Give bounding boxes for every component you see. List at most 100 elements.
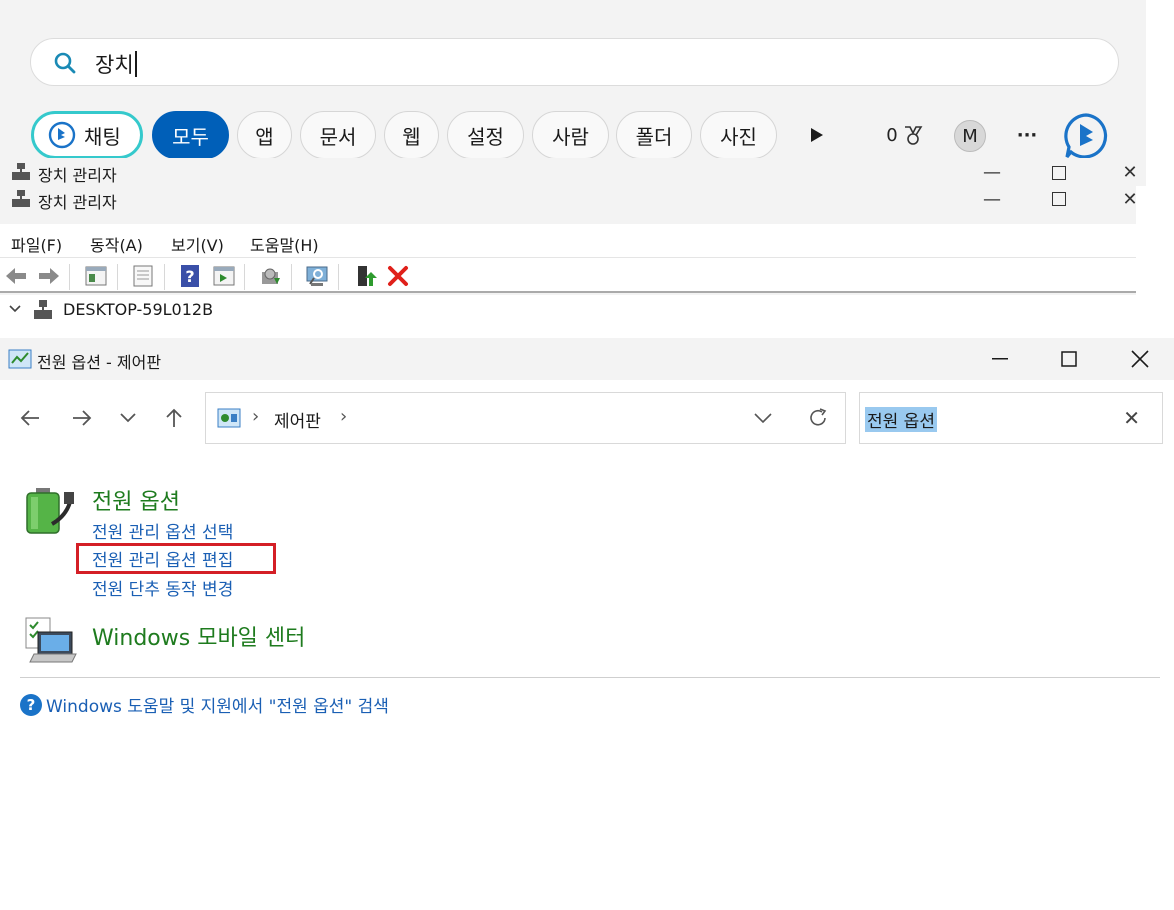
search-query: 장치 [95,49,137,79]
device-manager-icon [12,163,30,180]
address-bar[interactable]: › 제어판 › [205,392,846,444]
refresh-icon[interactable] [807,407,829,429]
chevron-down-icon[interactable] [9,304,21,314]
tab-documents-label: 문서 [319,124,357,149]
bing-chat-icon [48,121,76,149]
search-value-selected: 전원 옵션 [865,407,937,432]
window-title: 전원 옵션 - 제어판 [37,353,162,372]
menu-help[interactable]: 도움말(H) [250,232,319,256]
show-hide-console-tree-icon[interactable] [84,264,108,288]
minimize-icon[interactable]: — [982,162,1002,183]
maximize-icon[interactable] [1052,166,1066,180]
tab-chat-label: 채팅 [84,124,121,149]
medal-icon [904,126,923,145]
computer-icon [34,300,52,319]
link-choose-power-plan[interactable]: 전원 관리 옵션 선택 [92,518,233,543]
toolbar-separator [164,264,165,290]
back-arrow-icon [20,410,39,426]
tab-all-label: 모두 [172,124,209,149]
svg-text:?: ? [185,267,194,286]
device-manager-title: 장치 관리자 [38,193,117,212]
link-change-power-button[interactable]: 전원 단추 동작 변경 [92,575,233,600]
address-dropdown-icon[interactable] [754,413,772,424]
bing-button[interactable] [1062,112,1110,160]
windows-search-panel: 장치 채팅 모두 앱 문서 웹 설정 사람 폴더 사진 0 M ··· [0,0,1146,160]
search-input[interactable]: 장치 [30,38,1119,86]
device-manager-icon [12,190,30,207]
tab-folders[interactable]: 폴더 [616,111,692,159]
toolbar-separator [291,264,292,290]
close-icon[interactable]: ✕ [1120,162,1140,183]
chevron-down-icon [120,413,136,423]
up-arrow-icon [166,408,182,427]
divider [20,677,1160,678]
minimize-button[interactable] [988,348,1012,370]
tree-root-computer[interactable]: DESKTOP-59L012B [63,300,213,319]
update-driver-icon[interactable] [258,264,282,288]
toolbar: ? [0,257,1136,293]
help-book-icon[interactable]: ? [178,264,202,288]
scan-hardware-icon[interactable] [305,264,329,288]
mobility-center-laptop-icon [25,617,77,663]
tab-photos-label: 사진 [720,124,757,149]
close-button[interactable]: ✕ [1120,189,1136,210]
bing-icon [1064,113,1108,159]
rewards-points[interactable]: 0 [880,120,930,150]
avatar-initial: M [962,125,978,147]
forward-arrow-icon[interactable] [37,264,61,288]
toolbar-separator [338,264,339,290]
tab-web-label: 웹 [402,124,421,149]
close-button[interactable] [1128,348,1152,370]
device-manager-title-ghost: 장치 관리자 [38,166,117,185]
tab-all[interactable]: 모두 [152,111,229,159]
category-power-options[interactable]: 전원 옵션 [92,484,180,516]
power-options-battery-icon [26,488,74,534]
more-tabs-play-icon[interactable] [805,120,829,150]
control-panel-window: 전원 옵션 - 제어판 › 제어판 › 전원 옵션 ✕ 전원 옵션 전원 관리 … [0,338,1174,910]
maximize-button[interactable] [1052,192,1066,206]
toolbar-separator [117,264,118,290]
help-question-icon: ? [20,693,42,716]
more-icon: ··· [1016,124,1038,146]
tab-chat[interactable]: 채팅 [31,111,143,159]
device-tree: DESKTOP-59L012B [0,295,1136,338]
clear-search-icon[interactable]: ✕ [1123,406,1140,430]
more-options-button[interactable]: ··· [1012,120,1042,150]
tab-apps-label: 앱 [255,124,274,149]
menu-view[interactable]: 보기(V) [171,232,224,256]
uninstall-device-icon[interactable] [386,264,410,288]
action-pane-icon[interactable] [212,264,236,288]
tab-apps[interactable]: 앱 [237,111,292,159]
avatar[interactable]: M [954,120,986,152]
control-panel-search-input[interactable]: 전원 옵션 ✕ [859,392,1163,444]
properties-icon[interactable] [131,264,155,288]
tab-settings[interactable]: 설정 [447,111,524,159]
control-panel-icon [217,408,241,428]
recent-locations-button[interactable] [116,406,140,430]
breadcrumb-separator[interactable]: › [340,406,347,427]
tab-people[interactable]: 사람 [532,111,609,159]
highlight-annotation-box [76,543,276,574]
tab-photos[interactable]: 사진 [700,111,777,159]
enable-device-icon[interactable] [353,264,377,288]
up-button[interactable] [162,406,186,430]
maximize-button[interactable] [1057,348,1081,370]
tab-documents[interactable]: 문서 [300,111,376,159]
help-search-link[interactable]: ? Windows 도움말 및 지원에서 "전원 옵션" 검색 [20,692,389,717]
forward-button[interactable] [70,406,94,430]
back-button[interactable] [18,406,42,430]
menu-action[interactable]: 동작(A) [90,232,143,256]
toolbar-separator [69,264,70,290]
help-search-link-label: Windows 도움말 및 지원에서 "전원 옵션" 검색 [46,697,389,717]
minimize-button[interactable]: — [982,189,1002,210]
menu-file[interactable]: 파일(F) [11,232,62,256]
tab-web[interactable]: 웹 [384,111,439,159]
power-options-small-icon [8,349,32,369]
toolbar-separator [244,264,245,290]
text-caret [134,51,137,77]
breadcrumb-control-panel[interactable]: 제어판 [274,407,321,432]
back-arrow-icon[interactable] [4,264,28,288]
category-windows-mobility-center[interactable]: Windows 모바일 센터 [92,620,305,652]
menu-bar: 파일(F) 동작(A) 보기(V) 도움말(H) [0,224,1136,257]
device-manager-window: 장치 관리자 — ✕ 파일(F) 동작(A) 보기(V) 도움말(H) ? DE… [0,186,1136,338]
